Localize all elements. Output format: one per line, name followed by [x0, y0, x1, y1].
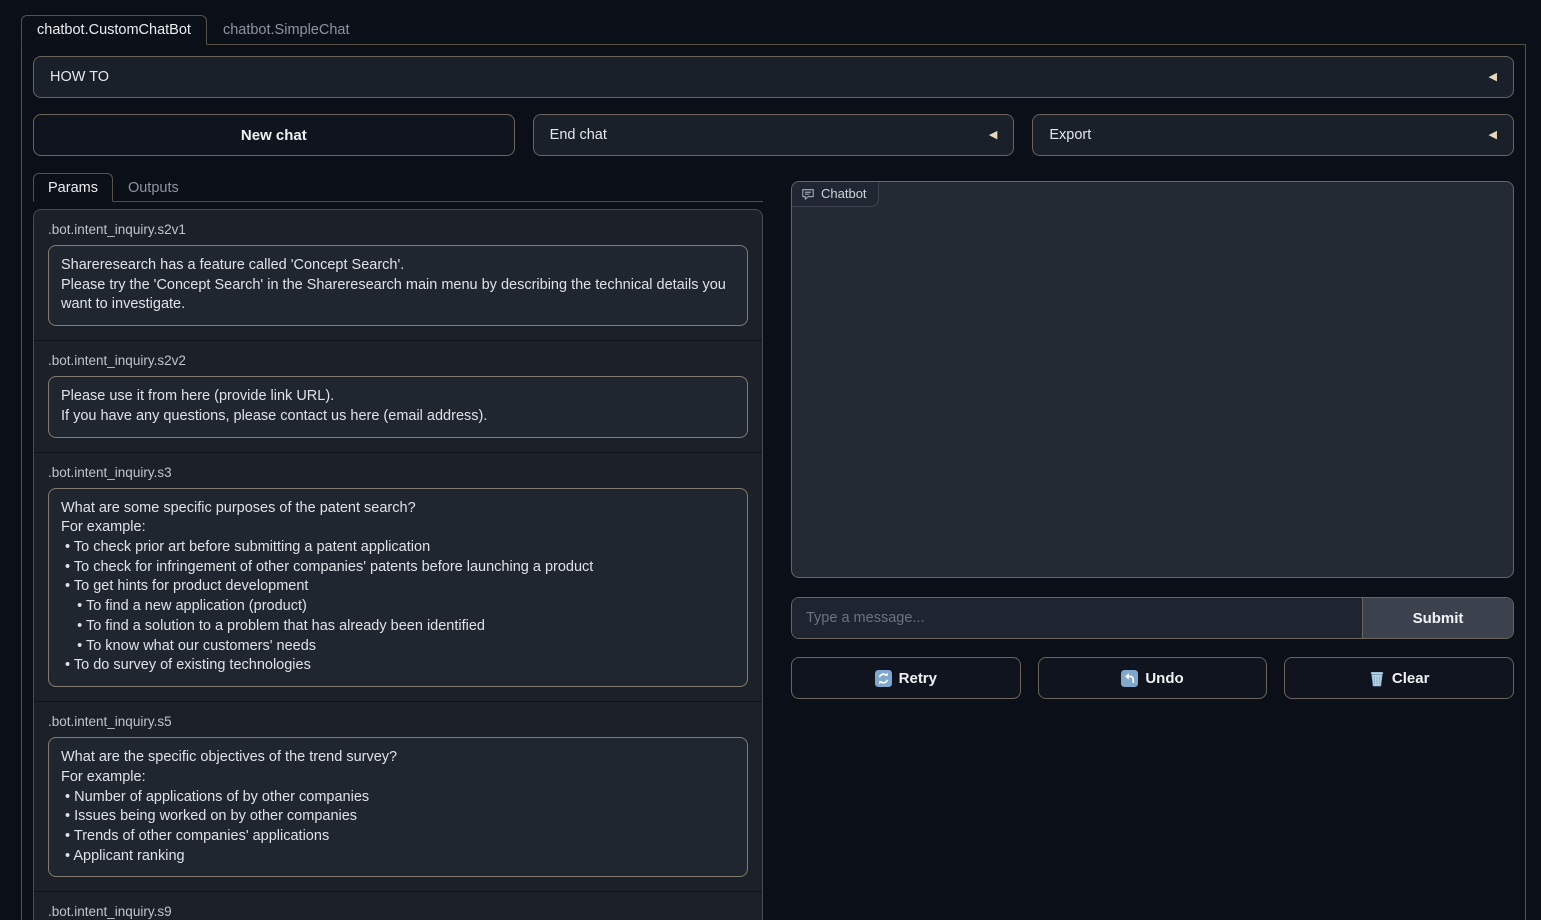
tab-outputs[interactable]: Outputs: [113, 173, 194, 202]
howto-accordion[interactable]: HOW TO ◀: [33, 56, 1514, 98]
chat-column: Chatbot Submit: [791, 173, 1514, 920]
chatbot-label: Chatbot: [821, 186, 867, 201]
undo-button[interactable]: Undo: [1038, 657, 1268, 699]
field-block: .bot.intent_inquiry.s2v1 Shareresearch h…: [34, 210, 762, 340]
submit-button[interactable]: Submit: [1362, 598, 1513, 638]
field-textarea-s2v1[interactable]: Shareresearch has a feature called 'Conc…: [48, 245, 748, 326]
speech-bubble-icon: [801, 187, 815, 201]
export-label: Export: [1049, 127, 1091, 143]
retry-button[interactable]: Retry: [791, 657, 1021, 699]
clear-label: Clear: [1392, 670, 1430, 687]
field-block: .bot.intent_inquiry.s2v2 Please use it f…: [34, 340, 762, 451]
retry-icon: [875, 670, 892, 687]
new-chat-label: New chat: [241, 127, 307, 144]
chat-actions-row: Retry Undo: [791, 657, 1514, 699]
tab-params[interactable]: Params: [33, 173, 113, 202]
retry-label: Retry: [899, 670, 937, 687]
end-chat-accordion[interactable]: End chat ◀: [533, 114, 1015, 156]
tab-label: Outputs: [128, 180, 179, 196]
field-block: .bot.intent_inquiry.s3 What are some spe…: [34, 452, 762, 701]
message-input-row: Submit: [791, 597, 1514, 639]
tab-content: HOW TO ◀ New chat End chat ◀ Export ◀: [21, 44, 1526, 920]
field-textarea-s3[interactable]: What are some specific purposes of the p…: [48, 488, 748, 687]
clear-button[interactable]: Clear: [1284, 657, 1514, 699]
left-panel-tabbar: Params Outputs: [33, 173, 763, 202]
tab-label: chatbot.SimpleChat: [223, 22, 350, 38]
field-label: .bot.intent_inquiry.s2v2: [48, 353, 748, 368]
tab-label: chatbot.CustomChatBot: [37, 22, 191, 38]
field-block: .bot.intent_inquiry.s5 What are the spec…: [34, 701, 762, 891]
main-tabbar: chatbot.CustomChatBot chatbot.SimpleChat: [0, 0, 1541, 44]
field-textarea-s2v2[interactable]: Please use it from here (provide link UR…: [48, 376, 748, 437]
end-chat-label: End chat: [550, 127, 607, 143]
export-accordion[interactable]: Export ◀: [1032, 114, 1514, 156]
trash-icon: [1369, 670, 1385, 687]
field-block: .bot.intent_inquiry.s9: [34, 891, 762, 920]
field-label: .bot.intent_inquiry.s2v1: [48, 222, 748, 237]
field-label: .bot.intent_inquiry.s9: [48, 904, 748, 919]
new-chat-button[interactable]: New chat: [33, 114, 515, 156]
field-label: .bot.intent_inquiry.s3: [48, 465, 748, 480]
left-panel: Params Outputs .bot.intent_inquiry.s2v1 …: [33, 173, 763, 920]
howto-label: HOW TO: [50, 69, 109, 85]
undo-label: Undo: [1145, 670, 1183, 687]
params-group: .bot.intent_inquiry.s2v1 Shareresearch h…: [33, 209, 763, 920]
undo-icon: [1121, 670, 1138, 687]
chatbot-panel: Chatbot: [791, 181, 1514, 578]
app-window: chatbot.CustomChatBot chatbot.SimpleChat…: [0, 0, 1541, 920]
main-columns: Params Outputs .bot.intent_inquiry.s2v1 …: [33, 173, 1514, 920]
tab-chatbot-simplechat[interactable]: chatbot.SimpleChat: [207, 15, 366, 45]
chatbot-label-tag: Chatbot: [792, 182, 879, 207]
submit-label: Submit: [1413, 610, 1464, 627]
actions-row: New chat End chat ◀ Export ◀: [33, 114, 1514, 156]
message-input[interactable]: [792, 598, 1362, 638]
field-label: .bot.intent_inquiry.s5: [48, 714, 748, 729]
tab-label: Params: [48, 180, 98, 196]
field-textarea-s5[interactable]: What are the specific objectives of the …: [48, 737, 748, 877]
tab-chatbot-customchatbot[interactable]: chatbot.CustomChatBot: [21, 15, 207, 45]
